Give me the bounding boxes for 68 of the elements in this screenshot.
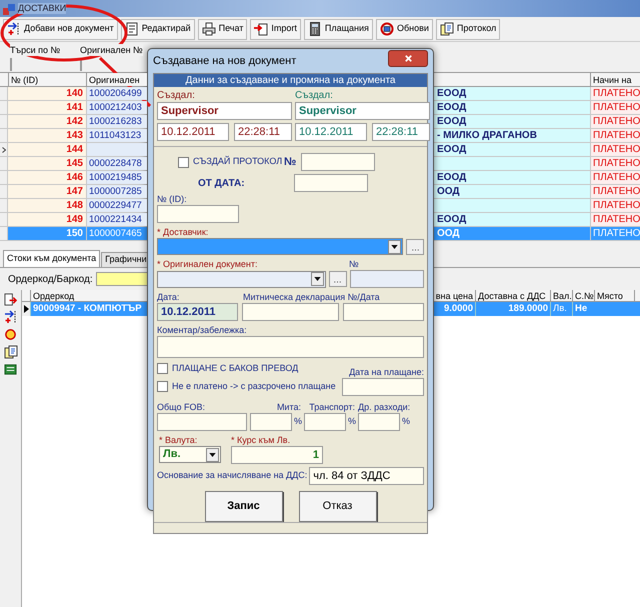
search-label: Оригинален №	[80, 44, 143, 56]
table-cell: 189.0000	[475, 302, 550, 316]
checkbox-label: СЪЗДАЙ ПРОТОКОЛ	[193, 155, 280, 168]
table-cell: 147	[8, 185, 86, 198]
created-by-label: Създал:	[295, 89, 334, 102]
table-cell: 1000219485	[86, 171, 147, 184]
table-cell: ПЛАТЕНО	[590, 213, 640, 226]
column-header: Вал.	[550, 290, 572, 301]
dialog-title: Създаване на нов документ	[153, 54, 296, 69]
percent-sign: %	[348, 415, 355, 428]
table-cell: ПЛАТЕНО	[590, 143, 640, 156]
checkbox-label: Не е платено -> с разсрочено плащане	[172, 380, 336, 393]
currency-label: * Валута:	[159, 434, 198, 446]
column-header: Доставна с ДДС	[475, 290, 550, 301]
table-cell: ПЛАТЕНО	[590, 129, 640, 142]
table-cell: ПЛАТЕНО	[590, 157, 640, 170]
table-cell: ПЛАТЕНО	[590, 171, 640, 184]
table-cell: 1000212403	[86, 101, 147, 114]
table-cell: 1000216283	[86, 115, 147, 128]
table-cell: ПЛАТЕНО	[590, 101, 640, 114]
original-document-label: * Оригинален документ:	[157, 258, 259, 270]
vat-basis-label: Основание за начисляване на ДДС:	[157, 469, 308, 482]
customs-declaration-label: Митническа декларация №/Дата	[243, 291, 380, 303]
table-cell: Не	[572, 302, 594, 316]
cost-label: Др. разходи:	[358, 401, 410, 413]
section-header: Данни за създаване и промяна на документа	[154, 74, 427, 87]
cost-label: Общо FOB:	[157, 401, 206, 413]
table-cell: ПЛАТЕНО	[590, 185, 640, 198]
number-label: №	[349, 258, 359, 270]
checkbox-label: ПЛАЩАНЕ С БАКОВ ПРЕВОД	[172, 362, 298, 375]
table-cell: ПЛАТЕНО	[590, 199, 640, 212]
table-cell: 1000206499	[86, 87, 147, 100]
table-cell: 142	[8, 115, 86, 128]
table-cell: 148	[8, 199, 86, 212]
table-cell: ПЛАТЕНО	[590, 87, 640, 100]
column-header: Начин на	[590, 73, 640, 86]
table-cell: 144	[8, 143, 86, 156]
percent-sign: %	[294, 415, 301, 428]
created-by-label: Създал:	[157, 89, 196, 102]
date-label: Дата:	[157, 291, 180, 303]
table-cell: 0000229477	[86, 199, 147, 212]
cost-label: Мита:	[276, 401, 301, 413]
table-cell: 1011043123	[86, 129, 147, 142]
comment-label: Коментар/забележка:	[157, 324, 248, 336]
table-cell: 149	[8, 213, 86, 226]
table-cell: ПЛАТЕНО	[590, 115, 640, 128]
barcode-label: Ордеркод/Баркод:	[8, 272, 93, 286]
column-header: Място	[594, 290, 634, 301]
table-cell-text: 150	[65, 227, 84, 240]
window-title: ДОСТАВКИ	[18, 3, 66, 14]
supplier-label: * Доставчик:	[157, 226, 210, 238]
payment-date-label: Дата на плащане:	[349, 366, 424, 378]
table-cell: 1000221434	[86, 213, 147, 226]
table-cell: 145	[8, 157, 86, 170]
table-cell: ПЛАТЕНО	[590, 227, 640, 240]
table-cell: 140	[8, 87, 86, 100]
cost-label: Транспорт:	[308, 401, 355, 413]
table-cell: 143	[8, 129, 86, 142]
rate-label: * Курс към Лв.	[231, 434, 292, 446]
number-label: №	[284, 154, 297, 170]
table-cell: 1000007285	[86, 185, 147, 198]
search-label: Търси по №	[10, 44, 60, 56]
table-cell: 141	[8, 101, 86, 114]
table-cell: 0000228478	[86, 157, 147, 170]
percent-sign: %	[402, 415, 409, 428]
table-cell: Лв.	[550, 302, 572, 316]
table-cell: 146	[8, 171, 86, 184]
column-header: С.№	[572, 290, 594, 301]
